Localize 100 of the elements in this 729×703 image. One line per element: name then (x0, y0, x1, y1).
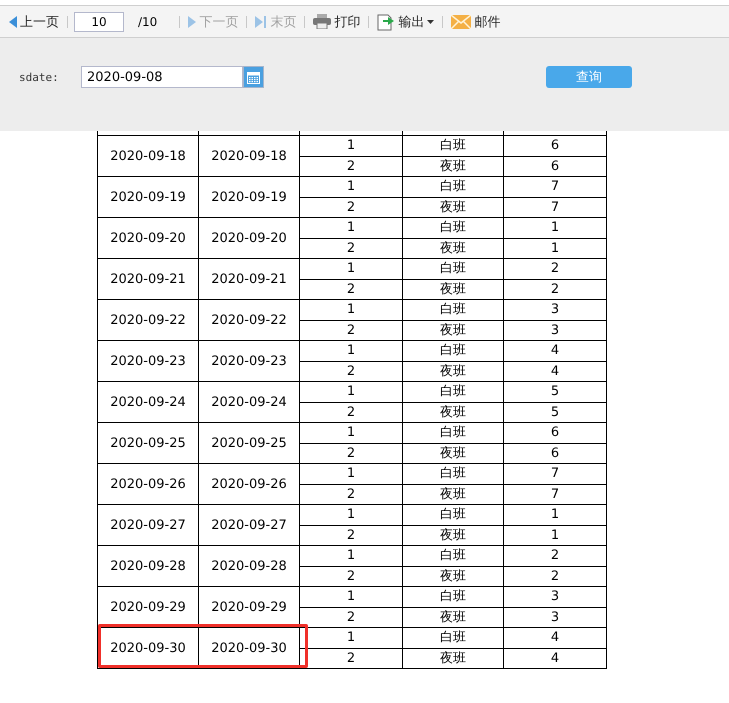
table-cell: 1 (300, 422, 402, 443)
table-cell: 1 (300, 258, 402, 279)
table-cell: 2020-09-26 (98, 464, 198, 504)
table-cell: 1 (300, 218, 402, 238)
table-cell: 1 (504, 525, 606, 546)
table-cell: 2020-09-27 (98, 504, 198, 546)
table-cell: 白班 (402, 176, 504, 197)
table-cell: 3 (504, 320, 606, 340)
table-cell: 1 (504, 218, 606, 238)
table-cell: 1 (300, 628, 402, 648)
table-cell: 3 (504, 607, 606, 628)
table-cell: 2 (300, 525, 402, 546)
table-cell: 夜班 (402, 607, 504, 628)
table-cell: 夜班 (402, 402, 504, 422)
table-cell: 白班 (402, 586, 504, 607)
table-cell: 白班 (402, 382, 504, 402)
calendar-icon (247, 70, 260, 84)
table-cell: 2020-09-26 (198, 464, 300, 504)
table-cell: 4 (504, 628, 606, 648)
table-cell: 1 (300, 300, 402, 320)
sdate-label: sdate: (19, 71, 59, 84)
table-cell: 4 (504, 648, 606, 668)
table-cell: 夜班 (402, 238, 504, 258)
table-cell: 夜班 (402, 156, 504, 176)
table-cell: 1 (300, 586, 402, 607)
printer-icon (313, 14, 332, 29)
export-document-icon (377, 12, 396, 30)
table-cell: 白班 (402, 218, 504, 238)
table-cell: 6 (504, 156, 606, 176)
table-cell: 夜班 (402, 648, 504, 668)
table-cell: 6 (504, 422, 606, 443)
table-cell: 2020-09-28 (98, 546, 198, 586)
right-triangle-icon (188, 16, 196, 28)
table-cell: 2 (504, 566, 606, 586)
page-number-field[interactable]: 10 (74, 12, 124, 32)
table-cell: 2 (300, 648, 402, 668)
envelope-icon (451, 14, 472, 28)
table-cell: 1 (504, 238, 606, 258)
table-cell: 1 (504, 504, 606, 525)
page-total: /10 (137, 14, 158, 28)
table-cell: 白班 (402, 628, 504, 648)
table-cell: 2020-09-20 (98, 218, 198, 258)
table-cell: 3 (504, 300, 606, 320)
export-button[interactable]: 输出 (375, 12, 436, 30)
table-cell: 白班 (402, 340, 504, 361)
table-cell: 白班 (402, 136, 504, 156)
table-cell: 2 (300, 443, 402, 464)
table-cell: 1 (300, 382, 402, 402)
table-cell: 2020-09-23 (98, 340, 198, 382)
table-cell: 1 (300, 340, 402, 361)
table-cell: 2020-09-29 (98, 586, 198, 628)
table-cell: 2020-09-18 (198, 136, 300, 176)
table-cell: 7 (504, 484, 606, 504)
table-cell: 白班 (402, 504, 504, 525)
table-cell: 3 (504, 586, 606, 607)
table-cell: 2020-09-24 (98, 382, 198, 422)
table-cell: 夜班 (402, 443, 504, 464)
table-cell: 夜班 (402, 279, 504, 300)
table-cell: 夜班 (402, 320, 504, 340)
calendar-button[interactable] (243, 66, 264, 88)
mail-button[interactable]: 邮件 (449, 12, 502, 30)
table-cell: 2 (300, 320, 402, 340)
table-cell: 白班 (402, 422, 504, 443)
table-cell: 夜班 (402, 361, 504, 382)
table-cell: 2020-09-22 (198, 300, 300, 340)
table-cell: 夜班 (402, 484, 504, 504)
table-cell: 6 (504, 136, 606, 156)
table-cell: 2020-09-19 (98, 176, 198, 218)
table-cell: 1 (300, 176, 402, 197)
table-cell: 白班 (402, 258, 504, 279)
table-cell: 2 (300, 238, 402, 258)
table-cell: 2020-09-23 (198, 340, 300, 382)
table-cell: 2 (300, 361, 402, 382)
print-button[interactable]: 打印 (311, 12, 362, 30)
table-cell: 5 (504, 402, 606, 422)
table-cell: 2 (300, 484, 402, 504)
table-cell: 1 (300, 504, 402, 525)
table-cell: 2 (300, 566, 402, 586)
table-cell: 2020-09-20 (198, 218, 300, 258)
table-cell: 2020-09-18 (98, 136, 198, 176)
table-cell: 2020-09-22 (98, 300, 198, 340)
left-triangle-icon (9, 16, 17, 28)
table-cell: 5 (504, 382, 606, 402)
table-cell: 1 (300, 546, 402, 566)
caret-icon (427, 20, 434, 24)
table-cell: 2 (504, 279, 606, 300)
table-cell: 2 (300, 607, 402, 628)
skip-end-icon (255, 16, 268, 28)
prev-page-button[interactable]: 上一页 (7, 12, 61, 30)
table-cell: 2020-09-25 (98, 422, 198, 464)
table-cell: 1 (300, 136, 402, 156)
table-cell: 2 (504, 546, 606, 566)
table-cell: 2 (300, 156, 402, 176)
table-cell: 7 (504, 197, 606, 218)
table-cell: 2020-09-27 (198, 504, 300, 546)
table-cell: 2020-09-19 (198, 176, 300, 218)
table-cell: 2020-09-25 (198, 422, 300, 464)
table-cell: 2 (300, 197, 402, 218)
table-cell: 2 (300, 402, 402, 422)
date-field[interactable]: 2020-09-08 (81, 66, 243, 88)
